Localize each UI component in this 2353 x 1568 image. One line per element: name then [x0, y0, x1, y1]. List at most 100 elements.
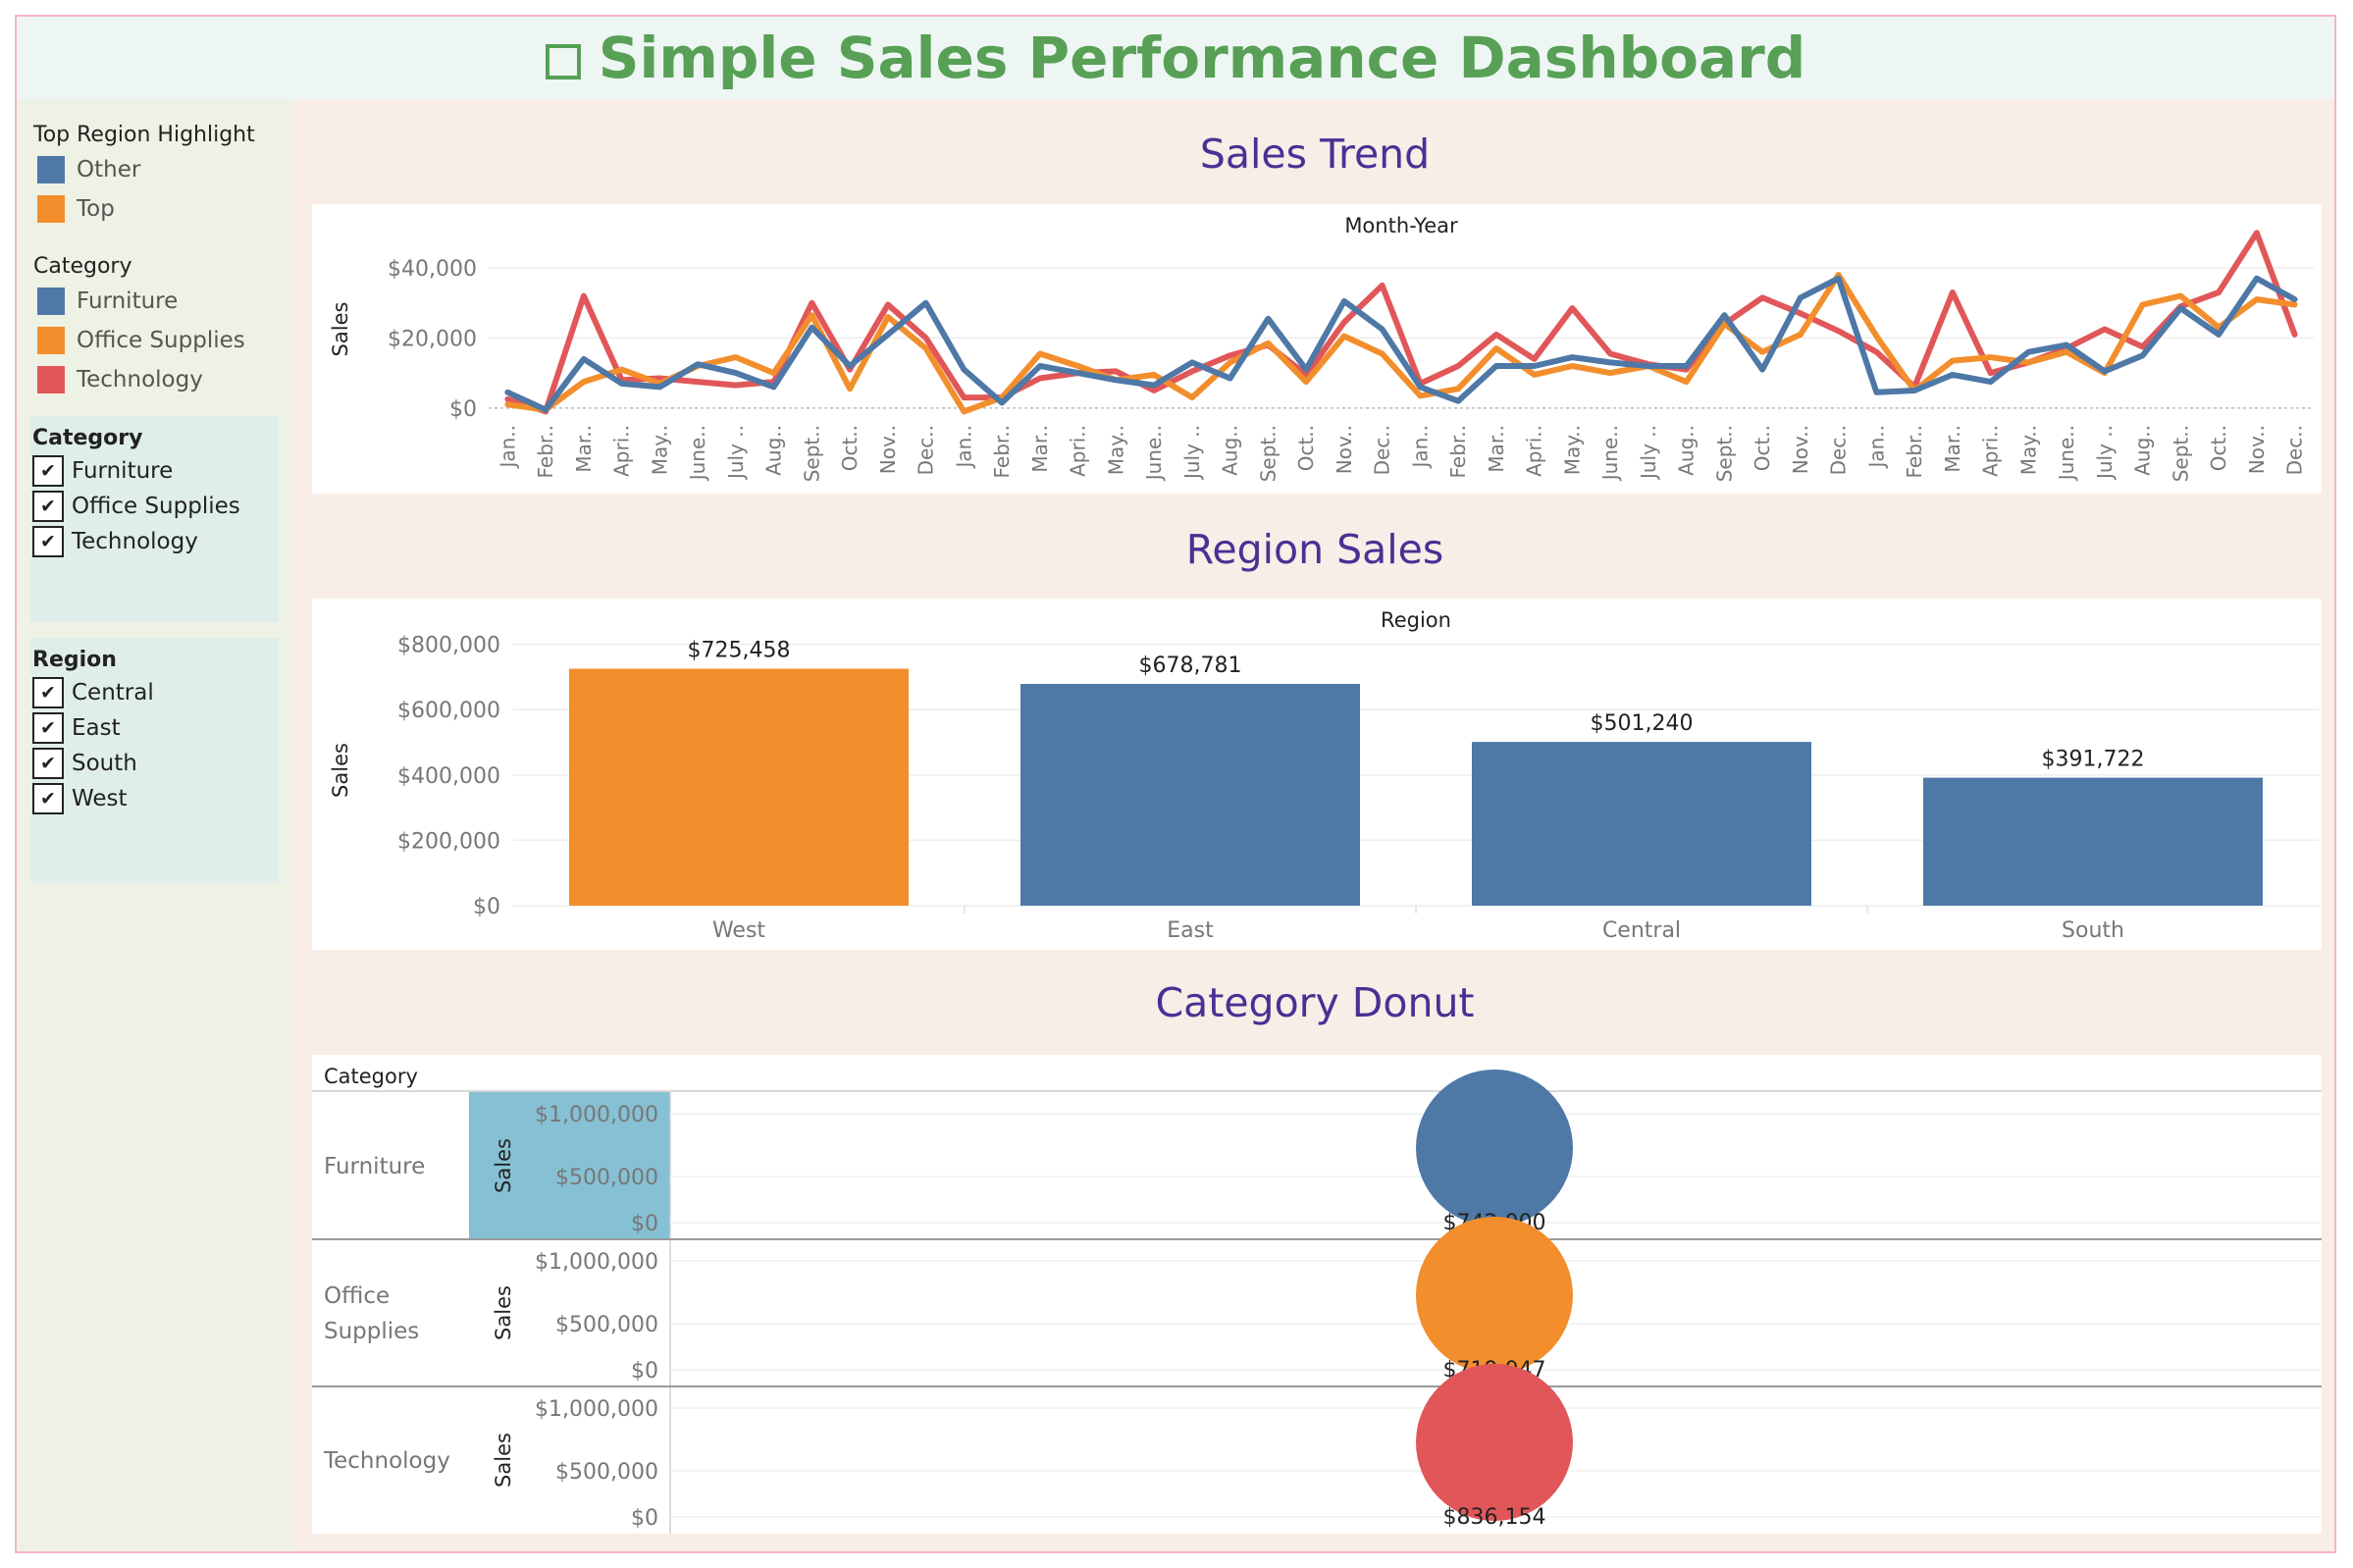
x-axis-title: Region — [1381, 608, 1451, 632]
category-filter: Category ✔ Furniture ✔ Office Supplies ✔ Te… — [30, 416, 279, 622]
y-axis-title: Sales — [329, 743, 352, 798]
x-tick-label: Jan.. — [952, 425, 975, 470]
row-label: Technology — [323, 1448, 450, 1474]
y-tick-label: $1,000,000 — [535, 1250, 658, 1275]
x-tick-label: Nov.. — [1333, 425, 1356, 474]
x-tick-label: June.. — [2055, 425, 2078, 482]
y-axis-title: Sales — [329, 302, 352, 357]
row-label: Office — [324, 1283, 390, 1309]
x-tick-label: May.. — [648, 425, 671, 475]
x-tick-label: July .. — [1637, 425, 1660, 481]
x-tick-label: Mar.. — [1028, 425, 1052, 473]
filter-option-south[interactable]: ✔ South — [32, 748, 137, 779]
filter-option-west[interactable]: ✔ West — [32, 783, 128, 814]
checkmark-icon[interactable]: ✔ — [32, 491, 64, 522]
x-tick-label: Jan.. — [1864, 425, 1888, 470]
x-tick-label: Febr.. — [1446, 425, 1470, 479]
y-axis-title: Sales — [492, 1285, 515, 1340]
x-axis-title: Month-Year — [1344, 214, 1458, 237]
checkmark-icon[interactable]: ✔ — [32, 783, 64, 814]
x-tick-label: Dec.. — [915, 425, 938, 475]
sales-trend-title: Sales Trend — [1199, 131, 1431, 178]
filter-option-east[interactable]: ✔ East — [32, 712, 121, 744]
filter-option-furniture[interactable]: ✔ Furniture — [32, 455, 173, 487]
x-tick-label: Jan.. — [496, 425, 519, 470]
x-tick-label: Aug.. — [762, 425, 786, 476]
row-label: Furniture — [324, 1154, 425, 1179]
x-tick-label: May.. — [1104, 425, 1127, 475]
x-tick-label: July .. — [1180, 425, 1204, 481]
x-tick-label: Dec.. — [1827, 425, 1851, 475]
x-tick-label: Aug.. — [2131, 425, 2155, 476]
y-tick-label: $0 — [631, 1506, 658, 1531]
y-tick-label: $0 — [449, 397, 477, 422]
sales-trend-panel: Month-Year Sales $40,000 $20,000 $0 Jan.. Febr… — [312, 204, 2322, 494]
region-sales-chart[interactable]: Region Sales $800,000 $600,000 $400,000 $200,… — [312, 599, 2322, 950]
pie-furniture — [1416, 1070, 1573, 1227]
x-tick-label: Apri.. — [610, 425, 634, 477]
x-tick-label: June.. — [686, 425, 709, 482]
x-tick-label: Sept.. — [2169, 425, 2192, 482]
y-tick-label: $800,000 — [397, 634, 500, 658]
x-tick-label: Febr.. — [534, 425, 557, 479]
region-filter: Region ✔ Central ✔ East ✔ South ✔ West — [30, 638, 279, 883]
x-tick-label: June.. — [1598, 425, 1622, 482]
category-legend-title: Category — [33, 254, 132, 279]
page-title: Simple Sales Performance Dashboard — [17, 17, 2334, 99]
checkmark-icon[interactable]: ✔ — [32, 455, 64, 487]
bar-east — [1020, 684, 1360, 906]
filter-option-central[interactable]: ✔ Central — [32, 677, 154, 708]
legend-item-other[interactable]: Other — [37, 156, 140, 183]
legend-item-office-supplies[interactable]: Office Supplies — [37, 327, 245, 354]
x-tick-label: Nov.. — [2245, 425, 2269, 474]
pie-technology — [1416, 1364, 1573, 1521]
x-tick-label: East — [1167, 918, 1214, 943]
region-sales-title: Region Sales — [1185, 526, 1444, 573]
swatch-icon — [37, 195, 65, 223]
bar-data-label: $391,722 — [2042, 748, 2145, 772]
y-axis-title: Sales — [492, 1138, 515, 1193]
swatch-icon — [37, 156, 65, 183]
filter-option-office-supplies[interactable]: ✔ Office Supplies — [32, 491, 240, 522]
x-tick-label: July .. — [724, 425, 748, 481]
x-tick-label: Jan.. — [1408, 425, 1432, 470]
category-filter-title: Category — [32, 426, 143, 450]
sales-trend-chart[interactable]: Month-Year Sales $40,000 $20,000 $0 Jan.. Febr… — [312, 204, 2322, 494]
y-tick-label: $500,000 — [555, 1460, 658, 1485]
region-filter-title: Region — [32, 648, 117, 672]
x-tick-label: Oct.. — [2207, 425, 2230, 471]
y-axis-title: Sales — [492, 1433, 515, 1488]
x-tick-label: Apri.. — [1523, 425, 1546, 477]
checkmark-icon[interactable]: ✔ — [32, 712, 64, 744]
category-donut-chart[interactable]: Category Furniture Sales $1,000,000 $500,000… — [312, 1055, 2322, 1534]
bar-west — [569, 668, 909, 906]
region-sales-panel: Region Sales $800,000 $600,000 $400,000 $200,… — [312, 599, 2322, 950]
y-tick-label: $400,000 — [397, 764, 500, 789]
legend-item-technology[interactable]: Technology — [37, 366, 203, 393]
x-tick-label: South — [2062, 918, 2124, 943]
x-tick-label: Nov.. — [1789, 425, 1812, 474]
x-tick-label: Mar.. — [1485, 425, 1508, 473]
checkbox-icon — [545, 44, 581, 79]
swatch-icon — [37, 366, 65, 393]
checkmark-icon[interactable]: ✔ — [32, 748, 64, 779]
row-label: Supplies — [324, 1319, 419, 1344]
x-tick-label: June.. — [1142, 425, 1166, 482]
series-line-office-supplies — [504, 272, 2298, 415]
filter-option-technology[interactable]: ✔ Technology — [32, 526, 198, 557]
checkmark-icon[interactable]: ✔ — [32, 526, 64, 557]
x-tick-label: Febr.. — [990, 425, 1014, 479]
x-tick-label: Sept.. — [1712, 425, 1736, 482]
y-tick-label: $200,000 — [397, 829, 500, 854]
x-tick-label: Central — [1602, 918, 1681, 943]
x-tick-label: West — [712, 918, 765, 943]
bar-central — [1472, 742, 1811, 906]
swatch-icon — [37, 287, 65, 315]
x-tick-label: Sept.. — [800, 425, 823, 482]
pie-office-supplies — [1416, 1217, 1573, 1374]
legend-item-top[interactable]: Top — [37, 195, 115, 223]
header: Simple Sales Performance Dashboard — [17, 17, 2334, 99]
checkmark-icon[interactable]: ✔ — [32, 677, 64, 708]
legend-item-furniture[interactable]: Furniture — [37, 287, 178, 315]
x-tick-label: Apri.. — [1067, 425, 1090, 477]
